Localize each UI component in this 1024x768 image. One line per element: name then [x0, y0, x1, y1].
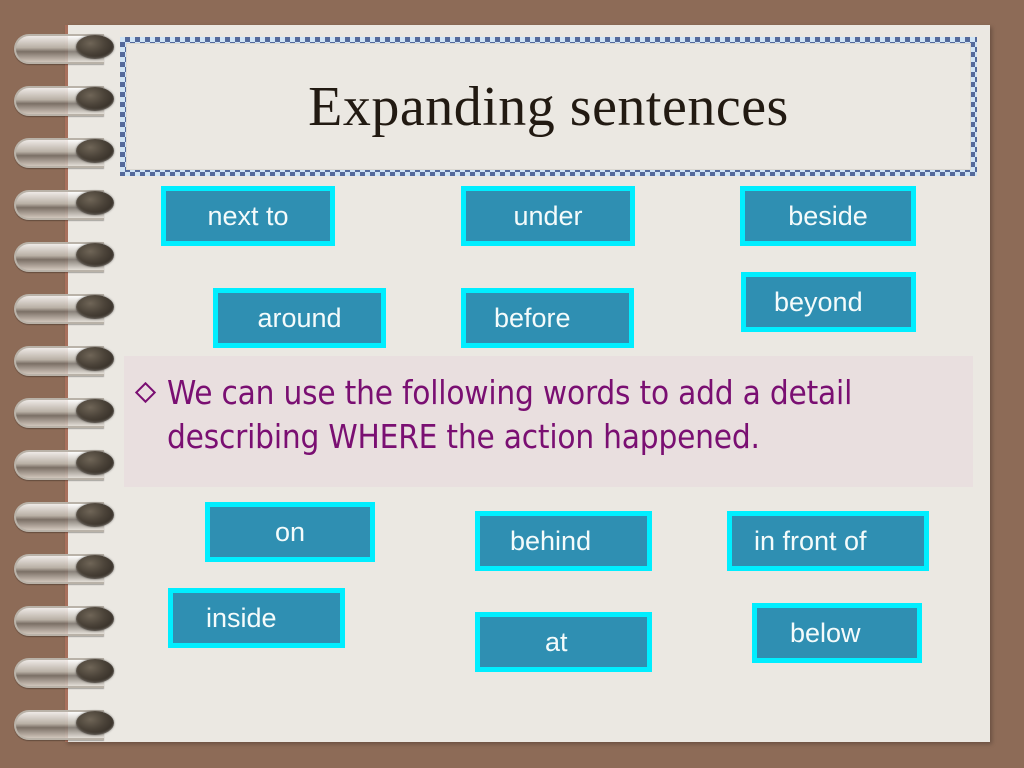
spiral-hole: [76, 35, 114, 59]
word-box-label: beyond: [774, 286, 863, 317]
word-box[interactable]: inside: [168, 588, 345, 648]
spiral-ring: [14, 708, 116, 740]
spiral-ring: [14, 604, 116, 636]
word-box-label: beside: [788, 200, 868, 231]
spiral-hole: [76, 191, 114, 215]
word-box-label: next to: [207, 200, 289, 231]
word-box[interactable]: at: [475, 612, 652, 672]
word-box-fill: in front of: [732, 516, 924, 566]
word-box-fill: beyond: [746, 277, 911, 327]
spiral-hole: [76, 139, 114, 163]
body-text: We can use the following words to add a …: [167, 373, 853, 456]
word-box[interactable]: around: [213, 288, 386, 348]
word-box-label: in front of: [754, 525, 867, 556]
slide-title-box: Expanding sentences: [120, 37, 977, 176]
spiral-hole: [76, 399, 114, 423]
spiral-ring: [14, 188, 116, 220]
page-title: Expanding sentences: [308, 75, 789, 138]
word-box-label: on: [274, 516, 306, 547]
spiral-hole: [76, 243, 114, 267]
word-box-fill: inside: [173, 593, 340, 643]
spiral-hole: [76, 711, 114, 735]
spiral-ring: [14, 32, 116, 64]
word-box-label: behind: [510, 525, 592, 556]
word-box[interactable]: below: [752, 603, 922, 663]
word-box[interactable]: in front of: [727, 511, 929, 571]
spiral-hole: [76, 295, 114, 319]
spiral-ring: [14, 240, 116, 272]
word-box[interactable]: under: [461, 186, 635, 246]
word-box[interactable]: beside: [740, 186, 916, 246]
spiral-ring: [14, 292, 116, 324]
word-box[interactable]: next to: [161, 186, 335, 246]
spiral-ring: [14, 656, 116, 688]
body-text-block: We can use the following words to add a …: [124, 356, 973, 487]
diamond-bullet-icon: [134, 381, 157, 404]
spiral-hole: [76, 87, 114, 111]
slide-canvas: Expanding sentences We can use the follo…: [0, 0, 1024, 768]
word-box-label: under: [513, 200, 583, 231]
word-box[interactable]: on: [205, 502, 375, 562]
spiral-hole: [76, 347, 114, 371]
word-box-fill: below: [757, 608, 917, 658]
word-box-fill: around: [218, 293, 381, 343]
word-box-label: before: [494, 302, 571, 333]
word-box[interactable]: behind: [475, 511, 652, 571]
word-box-fill: on: [210, 507, 370, 557]
spiral-ring: [14, 344, 116, 376]
word-box[interactable]: before: [461, 288, 634, 348]
word-box[interactable]: beyond: [741, 272, 916, 332]
word-box-fill: under: [466, 191, 630, 241]
word-box-label: around: [257, 302, 342, 333]
word-box-fill: before: [466, 293, 629, 343]
spiral-binding-icon: [0, 0, 140, 768]
word-box-fill: next to: [166, 191, 330, 241]
word-box-fill: behind: [480, 516, 647, 566]
spiral-hole: [76, 555, 114, 579]
word-box-fill: at: [480, 617, 647, 667]
spiral-hole: [76, 659, 114, 683]
spiral-ring: [14, 448, 116, 480]
slide-title-inner: Expanding sentences: [126, 43, 971, 170]
spiral-hole: [76, 607, 114, 631]
word-box-label: at: [545, 626, 568, 657]
word-box-label: inside: [206, 602, 277, 633]
spiral-ring: [14, 84, 116, 116]
body-bullet-row: We can use the following words to add a …: [124, 356, 973, 458]
spiral-ring: [14, 136, 116, 168]
word-box-label: below: [790, 617, 861, 648]
spiral-ring: [14, 396, 116, 428]
spiral-hole: [76, 503, 114, 527]
spiral-ring: [14, 552, 116, 584]
spiral-hole: [76, 451, 114, 475]
spiral-ring: [14, 500, 116, 532]
word-box-fill: beside: [745, 191, 911, 241]
